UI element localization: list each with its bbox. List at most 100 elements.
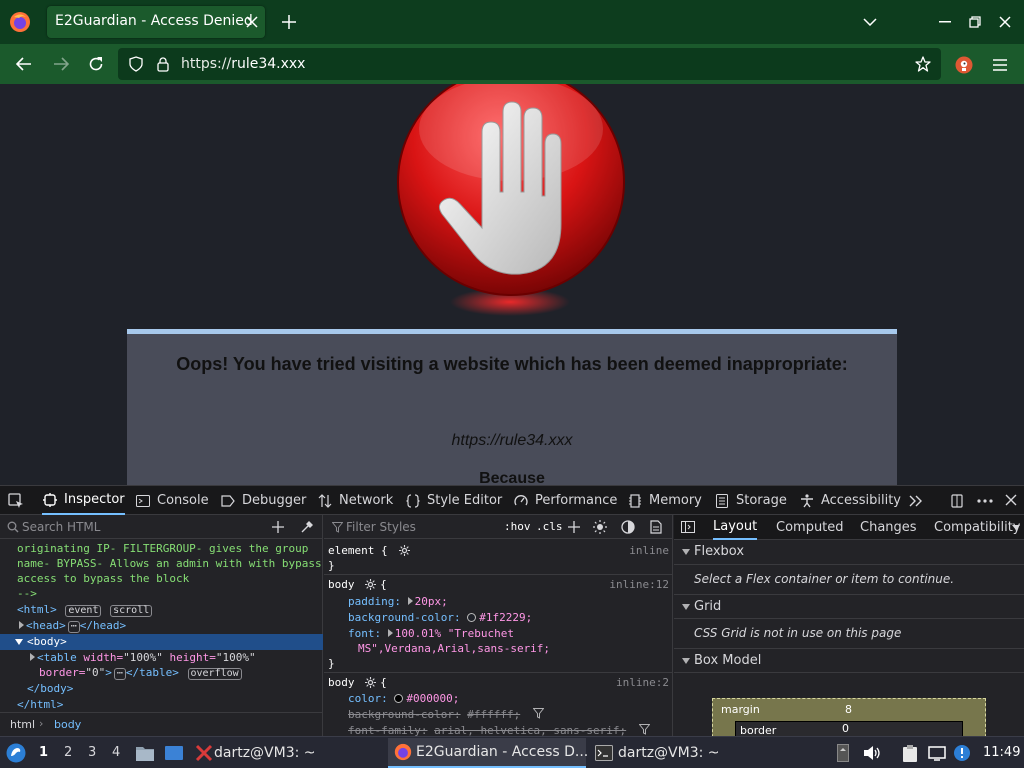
rule-element-selector[interactable]: element { inline — [328, 543, 672, 558]
tab-performance[interactable]: Performance — [513, 486, 617, 515]
border-value[interactable]: 0 — [842, 722, 849, 735]
tab-network[interactable]: Network — [317, 486, 393, 515]
tab-console[interactable]: Console — [135, 486, 209, 515]
volume-icon[interactable] — [862, 743, 882, 763]
markup-node-table[interactable]: <table width="100%" height="100%" — [30, 650, 353, 666]
chevron-down-icon[interactable] — [861, 13, 879, 31]
add-node-icon[interactable] — [270, 519, 286, 535]
markup-node-body-close[interactable]: </body> — [27, 681, 350, 697]
tab-memory[interactable]: Memory — [627, 486, 702, 515]
css-declaration-overridden[interactable]: background-color: #ffffff; — [348, 707, 672, 722]
ellipsis-badge[interactable]: ⋯ — [67, 621, 80, 633]
filter-styles-input[interactable] — [346, 518, 496, 536]
tab-changes[interactable]: Changes — [860, 515, 917, 540]
rule-body-selector[interactable]: body { inline:2 — [328, 675, 672, 690]
css-declaration-overridden[interactable]: font-family: arial, helvetica, sans-seri… — [348, 723, 672, 737]
expand-arrow-icon[interactable] — [19, 621, 24, 629]
workspace-1[interactable]: 1 — [39, 745, 48, 760]
css-declaration[interactable]: background-color: #1f2229; — [348, 610, 672, 625]
tab-inspector[interactable]: Inspector — [42, 486, 125, 515]
tab-debugger[interactable]: Debugger — [220, 486, 306, 515]
grid-section-header[interactable]: Grid — [674, 594, 1024, 619]
rule-body-selector[interactable]: body { inline:12 — [328, 577, 672, 592]
chevron-down-icon[interactable] — [1012, 525, 1020, 530]
boxmodel-section-header[interactable]: Box Model — [674, 648, 1024, 673]
breadcrumb-html[interactable]: html — [10, 718, 35, 731]
box-model-border[interactable]: border 0 — [735, 721, 963, 737]
element-picker-icon[interactable] — [7, 492, 25, 510]
markup-node-table-cont[interactable]: border="0"> ⋯ </table> overflow — [39, 665, 362, 681]
more-options-icon[interactable] — [976, 492, 994, 510]
tray-scroll-icon[interactable] — [836, 743, 850, 763]
reload-icon[interactable] — [86, 54, 106, 74]
print-media-icon[interactable] — [648, 519, 664, 535]
dark-mode-icon[interactable] — [620, 519, 636, 535]
close-window-icon[interactable] — [996, 13, 1014, 31]
minimize-icon[interactable] — [936, 13, 954, 31]
collapse-arrow-icon[interactable] — [15, 639, 23, 645]
hov-toggle[interactable]: :hov — [504, 520, 531, 533]
clipboard-icon[interactable] — [900, 743, 920, 763]
x-terminal-icon[interactable] — [193, 742, 215, 764]
flexbox-section-header[interactable]: Flexbox — [674, 540, 1024, 565]
expand-arrow-icon[interactable] — [30, 653, 35, 661]
dock-side-icon[interactable] — [948, 492, 966, 510]
css-declaration[interactable]: font: 100.01% "Trebuchet — [348, 626, 672, 641]
bookmark-star-icon[interactable] — [914, 55, 932, 73]
tab-storage[interactable]: Storage — [714, 486, 787, 515]
restore-icon[interactable] — [966, 13, 984, 31]
workspace-2[interactable]: 2 — [64, 745, 72, 760]
markup-node-html-close[interactable]: </html> — [17, 697, 340, 713]
filter-icon[interactable] — [638, 724, 650, 735]
css-declaration[interactable]: padding: 20px; — [348, 594, 672, 609]
close-tab-icon[interactable] — [243, 13, 261, 31]
task-terminal-1[interactable]: dartz@VM3: ~ — [214, 738, 316, 768]
show-desktop-icon[interactable] — [163, 742, 185, 764]
duckduckgo-extension-icon[interactable] — [954, 55, 974, 75]
workspace-4[interactable]: 4 — [112, 745, 120, 760]
tab-computed[interactable]: Computed — [776, 515, 844, 540]
active-tab[interactable]: E2Guardian - Access Denied — [47, 6, 265, 38]
more-tabs-icon[interactable] — [907, 492, 925, 510]
margin-value[interactable]: 8 — [845, 703, 852, 716]
markup-node-body-selected[interactable]: <body> — [0, 634, 323, 650]
lock-icon[interactable] — [154, 55, 172, 73]
network-status-icon[interactable] — [927, 743, 947, 763]
start-menu-icon[interactable] — [5, 742, 27, 764]
workspace-3[interactable]: 3 — [88, 745, 96, 760]
scroll-badge[interactable]: scroll — [110, 605, 153, 617]
shield-icon[interactable] — [127, 55, 145, 73]
gear-icon[interactable] — [365, 677, 377, 688]
expand-arrow-icon[interactable] — [387, 629, 393, 637]
event-badge[interactable]: event — [65, 605, 102, 617]
gear-icon[interactable] — [365, 579, 377, 590]
search-html-input[interactable] — [22, 518, 258, 536]
light-mode-sun-icon[interactable] — [592, 519, 608, 535]
clock[interactable]: 11:49 — [983, 745, 1020, 760]
markup-node-html[interactable]: <html> event scroll — [17, 602, 340, 618]
update-notification-icon[interactable] — [952, 743, 972, 763]
firefox-icon[interactable] — [9, 11, 31, 33]
color-swatch[interactable] — [394, 694, 404, 703]
new-tab-icon[interactable] — [280, 13, 298, 31]
add-rule-icon[interactable] — [566, 519, 582, 535]
hamburger-menu-icon[interactable] — [990, 55, 1010, 75]
breadcrumb-body[interactable]: body — [54, 718, 81, 731]
file-manager-icon[interactable] — [134, 742, 156, 764]
filter-icon[interactable] — [532, 708, 544, 719]
toggle-pane-icon[interactable] — [681, 520, 695, 534]
color-swatch[interactable] — [467, 613, 477, 622]
forward-arrow-icon[interactable] — [51, 54, 71, 74]
overflow-badge[interactable]: overflow — [187, 668, 242, 680]
tab-compatibility[interactable]: Compatibility — [934, 515, 1021, 540]
task-terminal-2[interactable]: dartz@VM3: ~ — [590, 738, 720, 768]
tab-accessibility[interactable]: Accessibility — [799, 486, 901, 515]
expand-arrow-icon[interactable] — [407, 597, 413, 605]
gear-icon[interactable] — [399, 545, 411, 556]
cls-toggle[interactable]: .cls — [536, 520, 563, 533]
tab-style-editor[interactable]: Style Editor — [405, 486, 502, 515]
address-bar[interactable]: https://rule34.xxx — [118, 48, 941, 80]
box-model-margin[interactable]: margin 8 border 0 — [712, 698, 986, 737]
ellipsis-badge[interactable]: ⋯ — [113, 668, 126, 680]
back-arrow-icon[interactable] — [14, 54, 34, 74]
